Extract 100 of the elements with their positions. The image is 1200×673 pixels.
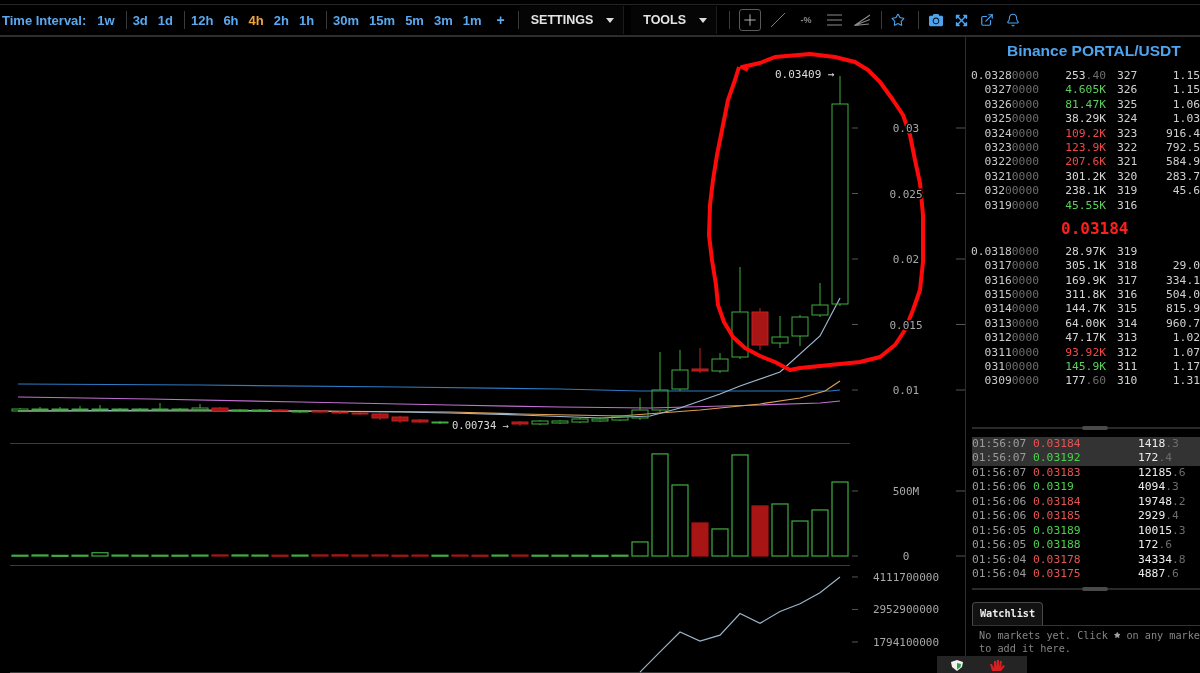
tick-mark xyxy=(851,193,859,194)
count-cell: 324 xyxy=(1117,112,1138,127)
amount-cell: 305.1K xyxy=(1065,259,1106,274)
menu-dropdown[interactable]: TOOLS xyxy=(631,6,718,34)
volume-bar xyxy=(11,554,29,557)
candle xyxy=(811,282,829,318)
trade-time: 01:56:07 xyxy=(972,436,1027,452)
trade-price: 0.03184 xyxy=(1033,494,1081,510)
caret-icon xyxy=(699,17,708,23)
volume-axis-label: 500M xyxy=(892,484,920,498)
volume-axis-label: 0 xyxy=(902,550,910,563)
volume-bar xyxy=(151,554,169,557)
candle xyxy=(391,415,409,424)
count-cell: 316 xyxy=(1117,288,1138,303)
tick-mark xyxy=(955,193,965,194)
price-cell: 03150000 xyxy=(984,288,1039,303)
amount-cell: 81.47K xyxy=(1065,97,1106,113)
count-cell: 311 xyxy=(1117,360,1138,375)
tick-mark xyxy=(851,576,859,578)
drawing-tool-button[interactable]: -% xyxy=(795,9,818,31)
candle xyxy=(131,407,149,412)
trade-price: 0.03192 xyxy=(1033,451,1081,466)
amount-cell: 28.97K xyxy=(1065,244,1106,260)
total-cell: 29.0 xyxy=(1172,259,1200,274)
hand-icon[interactable] xyxy=(989,660,1005,671)
interval-button[interactable]: 15m xyxy=(364,8,401,32)
bell-icon[interactable] xyxy=(1006,13,1021,27)
candle xyxy=(11,407,29,413)
trade-size: 19748.2 xyxy=(1138,494,1186,510)
camera-icon[interactable] xyxy=(929,13,944,27)
last-price: 0.03184 xyxy=(1061,218,1129,238)
candle xyxy=(91,404,109,412)
interval-button[interactable]: 5m xyxy=(400,8,429,32)
watchlist-tab[interactable]: Watchlist xyxy=(972,601,1043,625)
fan-lines-icon xyxy=(854,14,871,26)
trade-price: 0.03189 xyxy=(1033,523,1081,539)
price-cell: 0.03280000 xyxy=(970,69,1039,84)
total-cell: 334.1 xyxy=(1166,273,1200,289)
candle xyxy=(771,315,789,349)
interval-button[interactable]: 1m xyxy=(457,8,487,32)
amount-cell: 109.2K xyxy=(1065,126,1106,141)
interval-button[interactable]: 3m xyxy=(428,8,458,32)
interval-button[interactable]: 6h xyxy=(218,8,244,32)
trade-time: 01:56:06 xyxy=(972,480,1027,495)
volume-bar xyxy=(111,554,129,557)
trade-time: 01:56:05 xyxy=(972,538,1027,553)
external-link-icon[interactable] xyxy=(980,13,995,27)
total-cell: 1.31 xyxy=(1172,374,1200,389)
candle xyxy=(511,420,529,427)
trade-size: 4887.6 xyxy=(1138,567,1179,578)
amount-cell: 177.60 xyxy=(1065,374,1106,389)
drawing-tool-button[interactable] xyxy=(739,9,762,31)
tick-mark xyxy=(851,608,859,610)
add-interval-button[interactable]: + xyxy=(491,8,510,32)
volume-bar xyxy=(491,554,509,557)
trade-size: 172.4 xyxy=(1138,451,1172,466)
high-price-label: 0.03409 → xyxy=(775,68,835,81)
indicator-axis-label: 1794100000 xyxy=(872,635,940,649)
trade-price: 0.03178 xyxy=(1033,552,1081,568)
interval-button[interactable]: 3d xyxy=(127,8,153,32)
candle xyxy=(111,407,129,412)
tick-mark xyxy=(851,641,859,643)
interval-button[interactable]: 4h xyxy=(243,8,269,32)
volume-bar xyxy=(471,554,489,557)
total-cell: 45.6 xyxy=(1172,184,1200,199)
tick-mark xyxy=(955,324,965,325)
candle xyxy=(611,414,629,422)
volume-bar xyxy=(411,554,429,557)
star-icon[interactable] xyxy=(891,13,906,27)
menu-dropdown[interactable]: SETTINGS xyxy=(519,6,625,34)
trade-price: 0.03175 xyxy=(1033,567,1081,578)
volume-bar xyxy=(511,554,529,557)
candle xyxy=(651,351,669,413)
interval-button[interactable]: 30m xyxy=(328,8,365,32)
interval-button[interactable]: 1w xyxy=(92,8,120,32)
trade-time: 01:56:07 xyxy=(972,451,1027,466)
amount-cell: 145.9K xyxy=(1065,360,1106,375)
resize-handle[interactable] xyxy=(1082,586,1108,591)
resize-handle[interactable] xyxy=(1082,425,1108,430)
volume-bar xyxy=(251,554,269,557)
volume-bar xyxy=(451,554,469,557)
interval-button[interactable]: 2h xyxy=(268,8,294,32)
shield-icon[interactable] xyxy=(951,660,963,671)
candle xyxy=(251,408,269,413)
total-cell: 916.4 xyxy=(1166,126,1200,141)
amount-cell: 301.2K xyxy=(1065,169,1106,185)
trade-time: 01:56:06 xyxy=(972,509,1027,524)
interval-button[interactable]: 1d xyxy=(152,8,178,32)
tick-mark xyxy=(851,555,859,557)
volume-bar xyxy=(131,554,149,557)
price-axis-label: 0.02 xyxy=(892,253,920,266)
total-cell: 815.9 xyxy=(1166,302,1200,317)
candle xyxy=(591,416,609,423)
total-cell: 504.0 xyxy=(1166,288,1200,303)
total-cell: 1.02 xyxy=(1172,331,1200,346)
expand-icon[interactable] xyxy=(955,13,969,27)
volume-bar xyxy=(31,554,49,557)
interval-button[interactable]: 12h xyxy=(186,8,219,32)
interval-button[interactable]: 1h xyxy=(293,8,320,32)
trade-size: 1418.3 xyxy=(1138,436,1179,452)
